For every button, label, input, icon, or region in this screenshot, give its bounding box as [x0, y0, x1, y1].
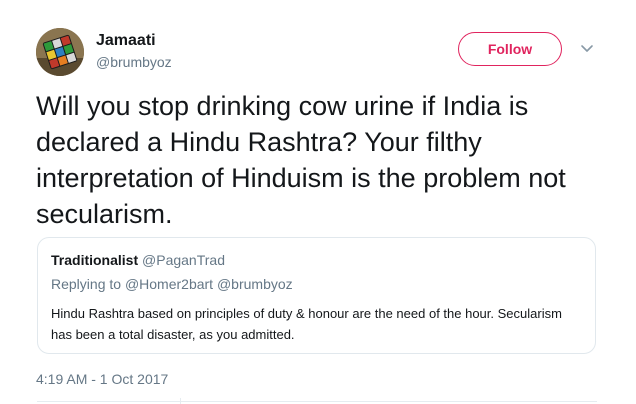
quoted-author-name: Traditionalist [51, 252, 139, 268]
replying-to: Replying to @Homer2bart @brumbyoz [51, 275, 293, 293]
rubiks-cube-icon [36, 28, 84, 76]
quoted-tweet[interactable]: Traditionalist @PaganTrad Replying to @H… [37, 237, 596, 354]
quoted-author-handle: @PaganTrad [142, 252, 225, 268]
avatar[interactable] [36, 28, 84, 76]
quoted-tweet-header: Traditionalist @PaganTrad [51, 251, 225, 269]
tweet-text: Will you stop drinking cow urine if Indi… [36, 91, 566, 229]
replying-to-prefix: Replying to [51, 276, 122, 292]
replying-to-handles[interactable]: @Homer2bart @brumbyoz [125, 276, 293, 292]
follow-button[interactable]: Follow [458, 32, 562, 66]
author-name[interactable]: Jamaati [96, 31, 156, 51]
divider-tick [180, 398, 181, 404]
tweet-timestamp[interactable]: 4:19 AM - 1 Oct 2017 [36, 370, 168, 388]
chevron-down-icon[interactable] [580, 44, 594, 54]
divider [37, 401, 597, 402]
author-handle[interactable]: @brumbyoz [96, 53, 172, 71]
quoted-tweet-text: Hindu Rashtra based on principles of dut… [51, 306, 562, 342]
